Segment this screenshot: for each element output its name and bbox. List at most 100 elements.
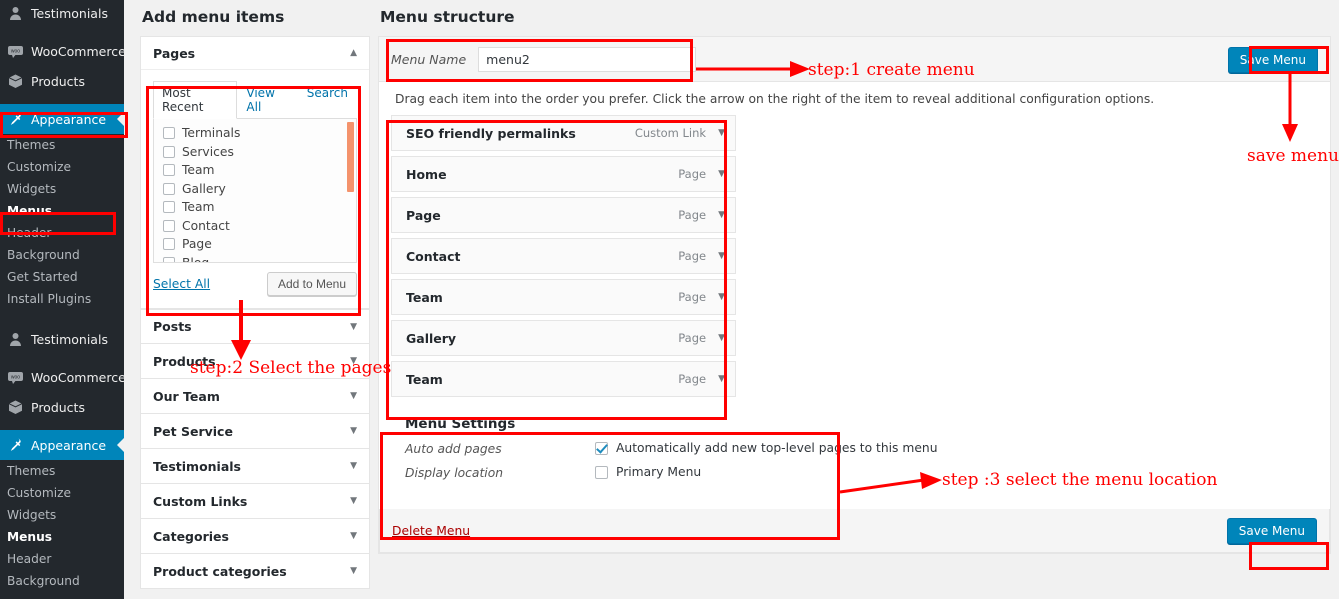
chevron-up-icon[interactable]: ▲ bbox=[350, 48, 357, 58]
chevron-down-icon[interactable]: ▼ bbox=[350, 426, 357, 436]
list-item[interactable]: Terminals bbox=[163, 124, 356, 143]
sidebar-item-products-1[interactable]: Products bbox=[0, 66, 124, 96]
accordion-label: Categories bbox=[153, 528, 229, 544]
sidebar-item-appearance-2[interactable]: Appearance bbox=[0, 430, 125, 460]
chevron-down-icon[interactable]: ▼ bbox=[350, 356, 357, 366]
pages-checklist[interactable]: Terminals Services Team Gallery Team Con… bbox=[153, 119, 357, 263]
sidebar-item-customize-1[interactable]: Customize bbox=[0, 156, 124, 178]
menu-item-row[interactable]: Gallery Page ▼ bbox=[391, 320, 736, 356]
sidebar-item-testimonials-1[interactable]: Testimonials bbox=[0, 0, 124, 28]
save-menu-button-bottom[interactable]: Save Menu bbox=[1226, 517, 1317, 544]
checkbox-icon[interactable] bbox=[163, 164, 175, 177]
sidebar-item-menus-1[interactable]: Menus bbox=[0, 200, 124, 222]
checkbox-icon[interactable] bbox=[163, 256, 175, 262]
sidebar-item-header-1[interactable]: Header bbox=[0, 222, 124, 244]
accordion-posts[interactable]: Posts ▼ bbox=[140, 309, 370, 344]
accordion-categories[interactable]: Categories ▼ bbox=[140, 519, 370, 554]
primary-menu-checkbox[interactable] bbox=[595, 465, 608, 479]
checkbox-icon[interactable] bbox=[163, 127, 175, 140]
tab-search[interactable]: Search bbox=[298, 81, 357, 119]
sidebar-label: WooCommerce bbox=[31, 369, 126, 385]
menu-item-row[interactable]: Team Page ▼ bbox=[391, 279, 736, 315]
chevron-down-icon[interactable]: ▼ bbox=[718, 210, 725, 220]
select-all-link[interactable]: Select All bbox=[153, 277, 210, 291]
auto-add-pages-control[interactable]: Automatically add new top-level pages to… bbox=[595, 441, 938, 455]
sidebar-item-woocommerce-1[interactable]: woo WooCommerce bbox=[0, 36, 126, 66]
sidebar-item-testimonials-2[interactable]: Testimonials bbox=[0, 324, 124, 354]
chevron-down-icon[interactable]: ▼ bbox=[350, 322, 357, 332]
menu-item-row[interactable]: SEO friendly permalinks Custom Link ▼ bbox=[391, 115, 736, 151]
auto-add-pages-checkbox[interactable] bbox=[595, 441, 608, 455]
menu-item-row[interactable]: Team Page ▼ bbox=[391, 361, 736, 397]
accordion-product-categories[interactable]: Product categories ▼ bbox=[140, 554, 370, 589]
pages-postbox-header[interactable]: Pages ▲ bbox=[141, 37, 369, 70]
list-item[interactable]: Gallery bbox=[163, 180, 356, 199]
menu-item-row[interactable]: Home Page ▼ bbox=[391, 156, 736, 192]
list-item[interactable]: Blog bbox=[163, 254, 356, 262]
chevron-down-icon[interactable]: ▼ bbox=[350, 496, 357, 506]
checkbox-icon[interactable] bbox=[163, 182, 175, 195]
chevron-down-icon[interactable]: ▼ bbox=[718, 374, 725, 384]
list-item[interactable]: Contact bbox=[163, 217, 356, 236]
sidebar-item-install-plugins-1[interactable]: Install Plugins bbox=[0, 288, 124, 310]
accordion-products[interactable]: Products ▼ bbox=[140, 344, 370, 379]
chevron-down-icon[interactable]: ▼ bbox=[718, 333, 725, 343]
delete-menu-link[interactable]: Delete Menu bbox=[392, 524, 470, 538]
display-location-row: Display location Primary Menu bbox=[405, 465, 1318, 480]
chevron-down-icon[interactable]: ▼ bbox=[718, 292, 725, 302]
add-to-menu-button[interactable]: Add to Menu bbox=[266, 272, 357, 296]
auto-add-pages-row: Auto add pages Automatically add new top… bbox=[405, 441, 1318, 456]
menu-name-input[interactable] bbox=[478, 46, 697, 72]
sidebar-item-themes-2[interactable]: Themes bbox=[0, 460, 124, 482]
accordion-pet-service[interactable]: Pet Service ▼ bbox=[140, 414, 370, 449]
tab-most-recent[interactable]: Most Recent bbox=[153, 81, 238, 119]
sidebar-item-products-2[interactable]: Products bbox=[0, 392, 124, 422]
sidebar-item-background-2[interactable]: Background bbox=[0, 570, 124, 592]
page-label: Page bbox=[182, 237, 212, 252]
page-label: Contact bbox=[182, 218, 230, 233]
chevron-down-icon[interactable]: ▼ bbox=[350, 461, 357, 471]
pages-postbox-body: Most Recent View All Search Terminals Se… bbox=[141, 70, 369, 308]
checkbox-icon[interactable] bbox=[163, 238, 175, 251]
menu-items-list: SEO friendly permalinks Custom Link ▼ Ho… bbox=[391, 115, 736, 397]
menu-item-type: Page bbox=[678, 208, 707, 222]
sidebar-item-menus-2[interactable]: Menus bbox=[0, 526, 124, 548]
list-item[interactable]: Services bbox=[163, 143, 356, 162]
sidebar-item-widgets-1[interactable]: Widgets bbox=[0, 178, 124, 200]
sidebar-item-themes-1[interactable]: Themes bbox=[0, 134, 124, 156]
sidebar-item-background-1[interactable]: Background bbox=[0, 244, 124, 266]
accordion-custom-links[interactable]: Custom Links ▼ bbox=[140, 484, 370, 519]
chevron-down-icon[interactable]: ▼ bbox=[718, 128, 725, 138]
checkbox-icon[interactable] bbox=[163, 145, 175, 158]
sidebar-item-get-started-1[interactable]: Get Started bbox=[0, 266, 124, 288]
chevron-down-icon[interactable]: ▼ bbox=[718, 251, 725, 261]
sidebar-item-woocommerce-2[interactable]: woo WooCommerce bbox=[0, 362, 126, 392]
chevron-down-icon[interactable]: ▼ bbox=[350, 391, 357, 401]
sidebar-item-header-2[interactable]: Header bbox=[0, 548, 124, 570]
chevron-down-icon[interactable]: ▼ bbox=[718, 169, 725, 179]
tab-view-all[interactable]: View All bbox=[237, 81, 297, 119]
page-label: Team bbox=[182, 200, 215, 215]
chevron-down-icon[interactable]: ▼ bbox=[350, 566, 357, 576]
sidebar-item-widgets-2[interactable]: Widgets bbox=[0, 504, 124, 526]
menu-settings-title: Menu Settings bbox=[405, 416, 516, 432]
list-item[interactable]: Page bbox=[163, 235, 356, 254]
accordion-testimonials[interactable]: Testimonials ▼ bbox=[140, 449, 370, 484]
accordion-our-team[interactable]: Our Team ▼ bbox=[140, 379, 370, 414]
scrollbar-thumb[interactable] bbox=[347, 122, 354, 192]
list-item[interactable]: Team bbox=[163, 161, 356, 180]
sidebar-item-appearance-1[interactable]: Appearance bbox=[0, 104, 125, 134]
sidebar-separator bbox=[0, 28, 124, 36]
primary-menu-control[interactable]: Primary Menu bbox=[595, 465, 701, 479]
menu-item-type: Page bbox=[678, 372, 707, 386]
checkbox-icon[interactable] bbox=[163, 219, 175, 232]
sidebar-item-customize-2[interactable]: Customize bbox=[0, 482, 124, 504]
menu-item-type: Page bbox=[678, 249, 707, 263]
menu-item-row[interactable]: Page Page ▼ bbox=[391, 197, 736, 233]
list-item[interactable]: Team bbox=[163, 198, 356, 217]
menu-name-label: Menu Name bbox=[391, 51, 467, 67]
chevron-down-icon[interactable]: ▼ bbox=[350, 531, 357, 541]
menu-item-row[interactable]: Contact Page ▼ bbox=[391, 238, 736, 274]
save-menu-button-top[interactable]: Save Menu bbox=[1227, 47, 1318, 73]
checkbox-icon[interactable] bbox=[163, 201, 175, 214]
